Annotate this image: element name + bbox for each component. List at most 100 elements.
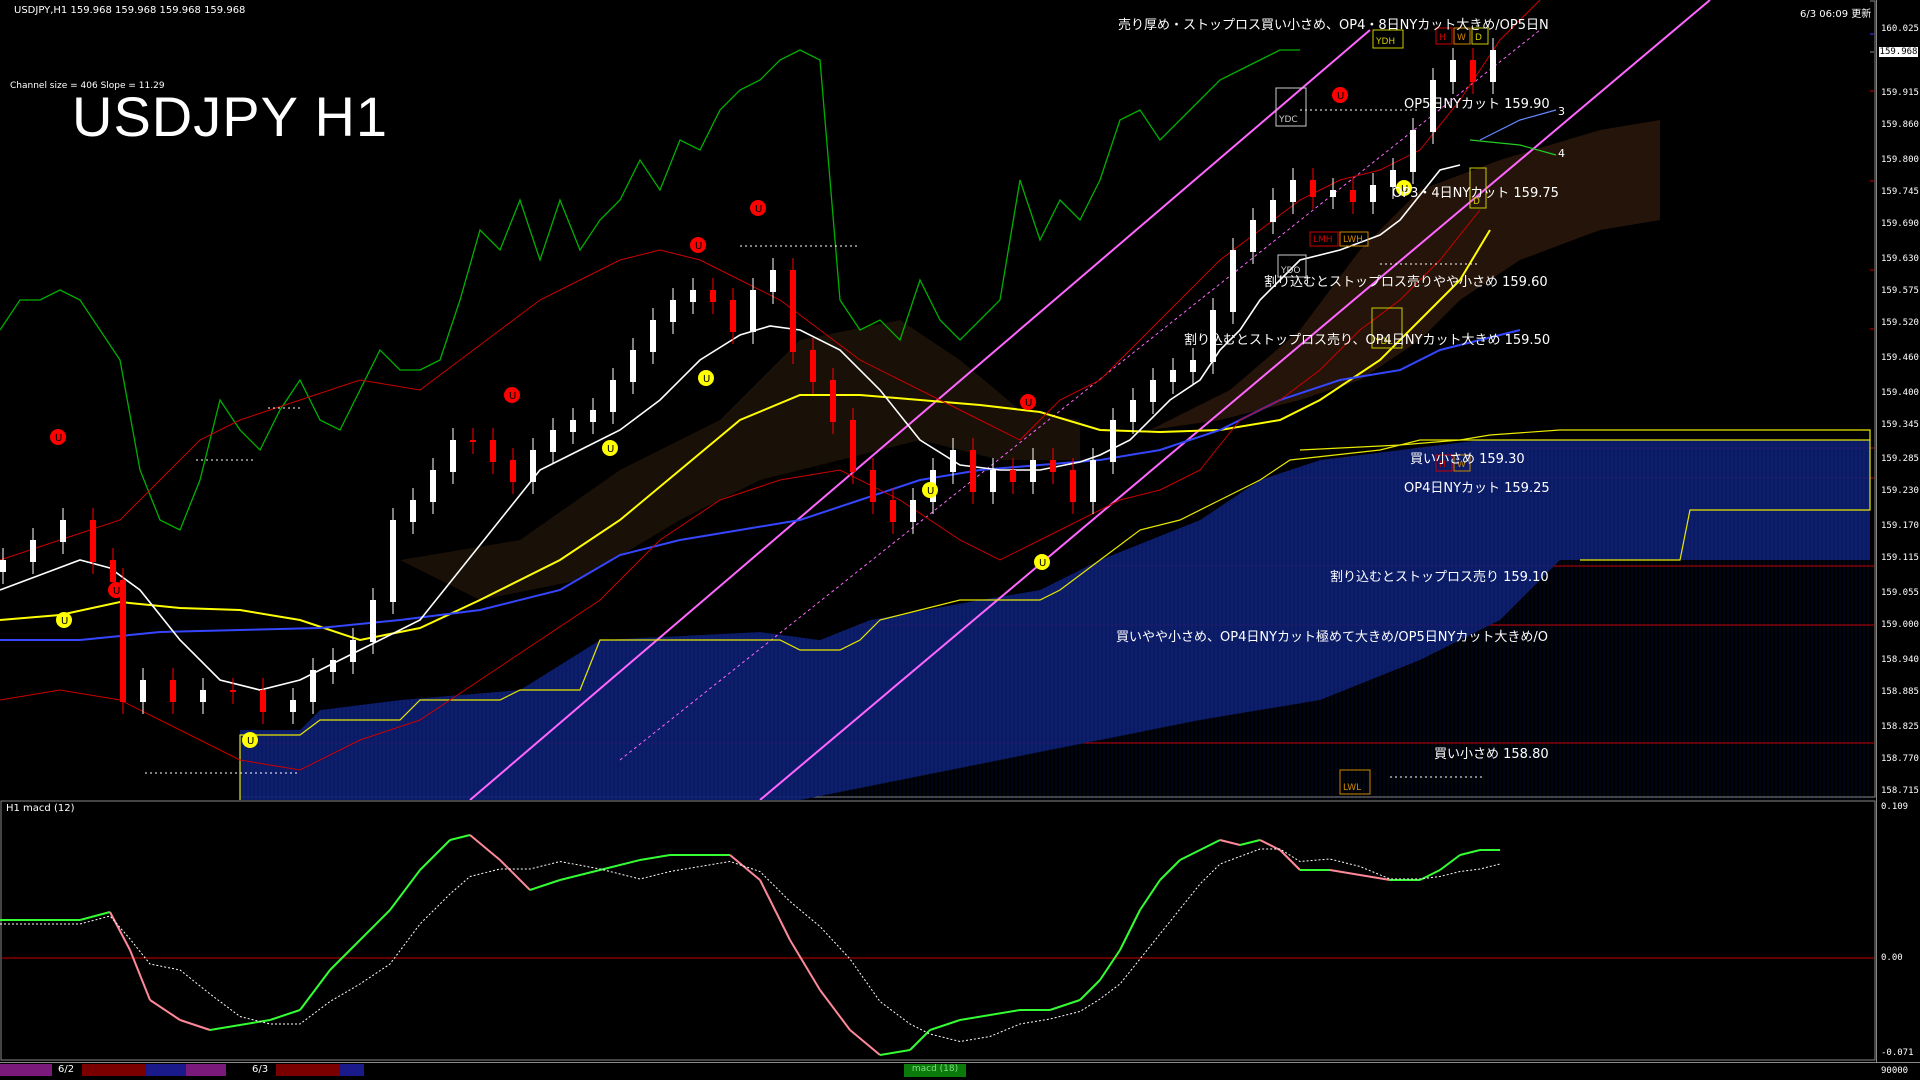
marker-glyph: U bbox=[695, 241, 702, 252]
macd-line bbox=[639, 854, 671, 861]
candle-body bbox=[230, 690, 236, 692]
macd-line bbox=[879, 1049, 911, 1056]
marker-glyph: U bbox=[247, 736, 254, 747]
marker-glyph: U bbox=[755, 204, 762, 215]
price-tick-label: 158.940 bbox=[1881, 655, 1919, 666]
macd-line bbox=[79, 911, 111, 921]
candle-body bbox=[510, 460, 516, 482]
candle-body bbox=[310, 670, 316, 702]
indicator-tab[interactable]: macd (18) bbox=[904, 1064, 966, 1077]
candle-body bbox=[870, 470, 876, 502]
macd-line bbox=[1139, 879, 1161, 911]
candle-body bbox=[470, 440, 476, 442]
candle-body bbox=[730, 300, 736, 332]
ydc-marker: YDC bbox=[1278, 115, 1298, 125]
macd-line bbox=[1439, 854, 1461, 871]
macd-line bbox=[1199, 839, 1221, 851]
session-bar bbox=[0, 1064, 52, 1076]
macd-line bbox=[469, 834, 501, 861]
macd-line bbox=[1099, 949, 1121, 981]
price-tick-label: 160.025 bbox=[1881, 24, 1919, 34]
macd-line bbox=[269, 1009, 301, 1021]
macd-chart-canvas[interactable] bbox=[0, 800, 1920, 1062]
marker-glyph: U bbox=[607, 444, 614, 455]
candle-body bbox=[610, 380, 616, 412]
candle-body bbox=[1030, 460, 1036, 482]
candle-body bbox=[1270, 200, 1276, 222]
macd-label: H1 macd (12) bbox=[6, 803, 75, 814]
macd-line bbox=[819, 989, 851, 1031]
projection-label-3: 3 bbox=[1558, 105, 1565, 118]
lwh-marker: LWH bbox=[1343, 235, 1363, 245]
w-marker: W bbox=[1457, 33, 1466, 43]
macd-line bbox=[109, 911, 131, 951]
macd-line bbox=[789, 939, 821, 991]
macd-axis-bottom: -0.071 bbox=[1881, 1048, 1914, 1058]
price-tick-label: 159.860 bbox=[1881, 119, 1919, 130]
candle-body bbox=[790, 270, 796, 352]
candle-body bbox=[450, 440, 456, 472]
macd-line bbox=[559, 869, 601, 881]
macd-line bbox=[1159, 859, 1181, 881]
candle-body bbox=[1170, 370, 1176, 382]
macd-line bbox=[389, 869, 421, 911]
candle-body bbox=[490, 440, 496, 462]
candle-body bbox=[990, 470, 996, 492]
macd-line bbox=[1419, 869, 1441, 881]
candle-body bbox=[650, 320, 656, 352]
macd-line bbox=[179, 1019, 211, 1031]
macd-line bbox=[1459, 849, 1481, 856]
candle-body bbox=[830, 380, 836, 422]
candle-body bbox=[670, 300, 676, 322]
candle-body bbox=[1410, 130, 1416, 172]
chart-title: USDJPY H1 bbox=[72, 85, 389, 148]
macd-line bbox=[929, 1019, 961, 1031]
lmh-marker: LMH bbox=[1313, 235, 1333, 245]
macd-axis-top: 0.109 bbox=[1881, 802, 1909, 812]
macd-signal-line bbox=[0, 848, 1501, 1043]
marker-glyph: U bbox=[113, 586, 120, 597]
candle-body bbox=[570, 420, 576, 432]
candle-body bbox=[890, 500, 896, 522]
projection-label-4: 4 bbox=[1558, 147, 1565, 160]
marker-glyph: U bbox=[1337, 91, 1344, 102]
lwl-marker: LWL bbox=[1343, 783, 1361, 793]
macd-line bbox=[359, 909, 391, 941]
macd-line bbox=[989, 1009, 1021, 1016]
candle-body bbox=[910, 500, 916, 522]
annotation-level-2: OP5日NYカット 159.90 bbox=[1404, 97, 1550, 112]
macd-frame bbox=[0, 800, 1876, 1061]
macd-line bbox=[909, 1029, 931, 1051]
session-bar bbox=[82, 1064, 146, 1076]
candle-body bbox=[690, 290, 696, 302]
macd-line bbox=[149, 999, 181, 1021]
mt4-chart-window: U U U U U U U U U U U U U U YDH YDC YDO YDL LWL LWH LMH H W D H W… bbox=[0, 0, 1920, 1080]
candle-body bbox=[1470, 60, 1476, 82]
candle-body bbox=[750, 290, 756, 332]
candle-body bbox=[1050, 460, 1056, 472]
candle-body bbox=[1070, 470, 1076, 502]
candle-body bbox=[0, 560, 6, 572]
symbol-info: USDJPY,H1 159.968 159.968 159.968 159.96… bbox=[14, 5, 246, 16]
ydh-marker: YDH bbox=[1375, 37, 1395, 47]
marker-glyph: U bbox=[1039, 558, 1046, 569]
candle-body bbox=[590, 410, 596, 422]
candle-body bbox=[60, 520, 66, 542]
macd-axis-zero: 0.00 bbox=[1881, 953, 1903, 963]
candle-body bbox=[330, 660, 336, 672]
price-tick-label: 159.285 bbox=[1881, 454, 1919, 465]
price-tick-label: 159.115 bbox=[1881, 553, 1919, 564]
candle-body bbox=[410, 500, 416, 522]
macd-line bbox=[529, 879, 561, 891]
price-tick-label: 159.800 bbox=[1881, 154, 1919, 165]
volume-label: 90000 bbox=[1881, 1066, 1909, 1076]
session-bar bbox=[276, 1064, 340, 1076]
marker-glyph: U bbox=[61, 616, 68, 627]
candle-body bbox=[370, 600, 376, 642]
candle-body bbox=[1490, 50, 1496, 82]
annotation-level-6: 買い小さめ 159.30 bbox=[1410, 452, 1525, 467]
candle-body bbox=[260, 690, 266, 712]
candle-body bbox=[1130, 400, 1136, 422]
macd-line bbox=[449, 834, 471, 841]
candle-body bbox=[810, 350, 816, 382]
